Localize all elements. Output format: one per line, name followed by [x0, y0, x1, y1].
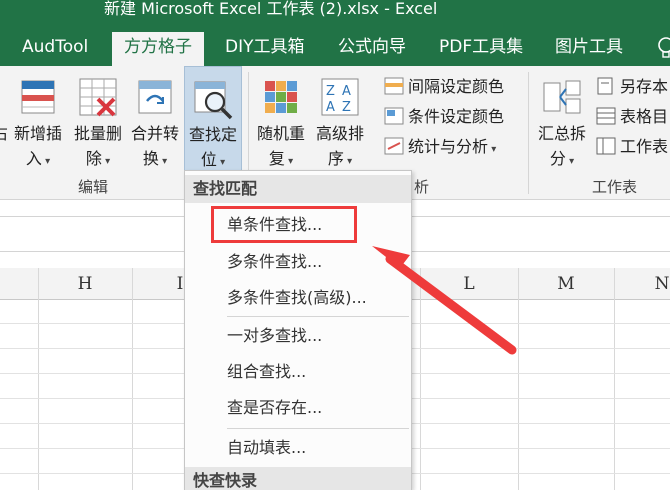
arrow-shaft: [385, 254, 517, 355]
annotation-arrow: [372, 246, 517, 355]
